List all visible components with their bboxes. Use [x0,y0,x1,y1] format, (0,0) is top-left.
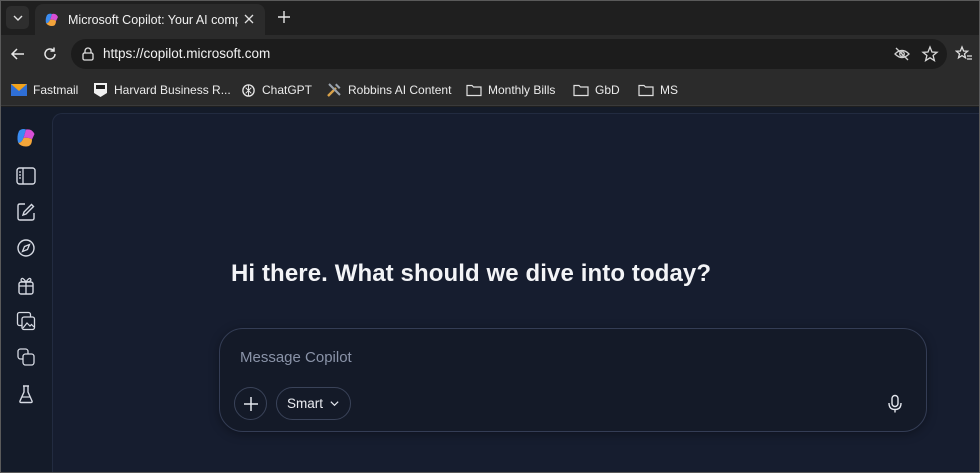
image-gallery-button[interactable] [15,310,37,332]
voice-input-button[interactable] [884,393,906,415]
hbr-icon [94,83,107,97]
bookmark-chatgpt[interactable]: ChatGPT [241,81,312,99]
bookmark-harvard-business-review[interactable]: Harvard Business R... [93,81,231,99]
browser-toolbar: https://copilot.microsoft.com [1,35,979,73]
url-text[interactable]: https://copilot.microsoft.com [103,46,270,61]
close-icon [244,14,254,24]
pages-button[interactable] [15,346,37,368]
mode-label: Smart [287,396,324,411]
sidebar-toggle-icon [16,167,36,185]
labs-button[interactable] [15,383,37,405]
tools-icon [327,83,341,97]
tab-strip: Microsoft Copilot: Your AI companion [1,1,979,35]
mode-selector[interactable]: Smart [276,387,352,420]
favorite-star-icon[interactable] [921,45,939,63]
discover-button[interactable] [15,237,37,259]
refresh-icon [44,47,56,60]
bookmark-label: ChatGPT [262,83,313,97]
tab-title: Microsoft Copilot: Your AI companion [68,12,238,27]
copilot-logo-icon [45,13,58,26]
folder-icon [573,84,589,97]
tracking-prevention-icon[interactable] [893,45,911,63]
folder-icon [638,84,654,97]
folder-icon [466,84,482,97]
sidebar-toggle-button[interactable] [15,165,37,187]
plus-icon [278,11,290,23]
new-chat-icon [17,203,35,221]
bookmark-label: Fastmail [33,83,79,97]
chatgpt-icon [242,83,255,97]
bookmark-fastmail[interactable]: Fastmail [11,81,78,99]
tab-close-button[interactable] [241,11,257,27]
new-tab-button[interactable] [274,7,294,27]
chat-main-area: Hi there. What should we dive into today… [52,113,979,472]
favorites-button[interactable] [954,44,974,64]
message-input[interactable] [240,349,840,366]
plus-icon [243,396,258,411]
copilot-page: Hi there. What should we dive into today… [1,107,979,472]
favorites-list-icon [955,45,972,60]
message-composer: Smart [219,328,927,432]
browser-window: Microsoft Copilot: Your AI companion htt… [0,0,980,473]
bookmark-label: Harvard Business R... [114,83,231,97]
refresh-button[interactable] [40,44,60,64]
lock-icon[interactable] [80,46,96,62]
labs-flask-icon [19,385,33,404]
bookmark-label: Monthly Bills [488,83,556,97]
fastmail-icon [11,84,27,96]
copilot-home-button[interactable] [15,127,37,149]
chevron-down-icon [13,15,22,21]
new-chat-button[interactable] [15,201,37,223]
gift-icon [18,277,34,295]
pages-icon [17,348,35,366]
gift-button[interactable] [15,274,37,296]
bookmark-gbd[interactable]: GbD [573,81,620,99]
microphone-icon [888,394,902,413]
back-arrow-icon [10,48,24,60]
left-rail [1,107,51,472]
bookmark-label: MS [660,83,678,97]
greeting-heading: Hi there. What should we dive into today… [231,260,712,287]
add-attachment-button[interactable] [234,387,267,420]
back-button[interactable] [8,44,28,64]
tab-copilot[interactable]: Microsoft Copilot: Your AI companion [35,4,265,35]
bookmark-robbins-ai-content[interactable]: Robbins AI Content [326,81,451,99]
address-bar[interactable]: https://copilot.microsoft.com [71,39,947,69]
bookmark-label: Robbins AI Content [348,83,452,97]
bookmarks-bar: Fastmail Harvard Business R... ChatGPT R… [1,73,979,106]
bookmark-ms[interactable]: MS [638,81,678,99]
bookmark-label: GbD [595,83,620,97]
image-gallery-icon [16,311,36,331]
tab-list-button[interactable] [6,6,29,29]
chevron-down-icon [330,401,339,407]
discover-icon [17,239,35,257]
bookmark-monthly-bills[interactable]: Monthly Bills [466,81,555,99]
copilot-logo-icon [17,129,35,147]
